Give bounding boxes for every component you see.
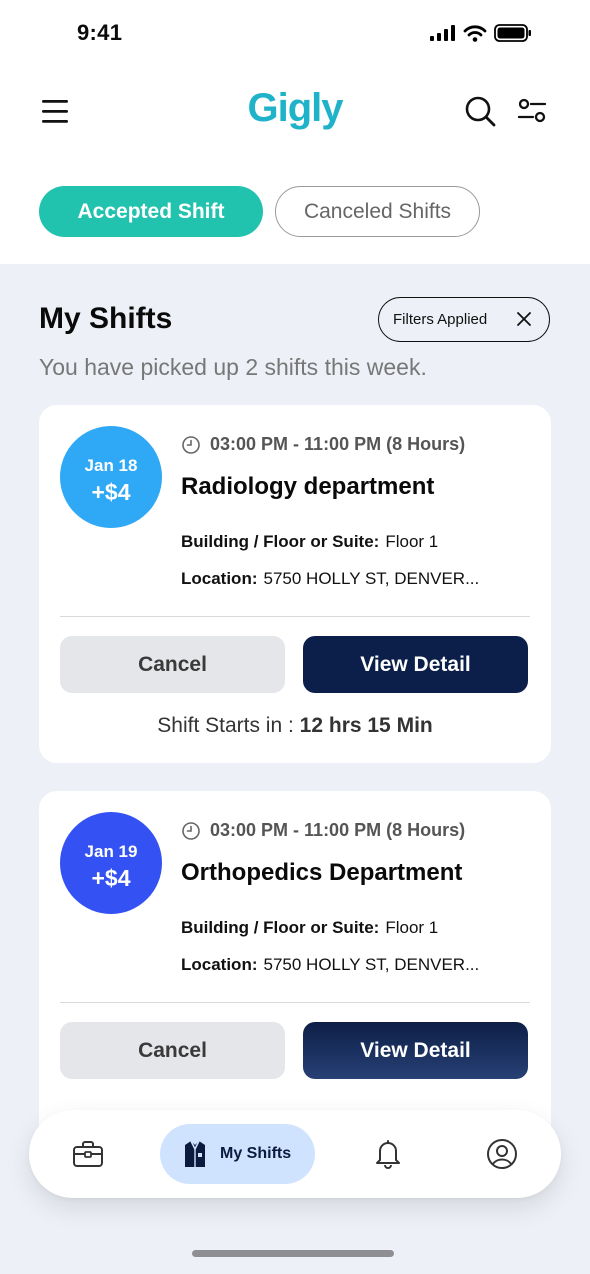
shift-time-row: 03:00 PM - 11:00 PM (8 Hours)	[181, 820, 465, 841]
tab-canceled-shifts[interactable]: Canceled Shifts	[275, 186, 480, 237]
shift-date: Jan 18	[84, 456, 138, 475]
shift-department: Radiology department	[181, 473, 435, 500]
filters-chip-label: Filters Applied	[393, 311, 488, 328]
clock-icon	[182, 821, 200, 840]
briefcase-icon	[73, 1141, 103, 1167]
shift-amount: +$4	[91, 865, 131, 891]
app-header: Gigly	[0, 66, 590, 162]
filter-sliders-icon	[517, 98, 547, 123]
shift-time: 03:00 PM - 11:00 PM (8 Hours)	[210, 820, 466, 840]
section-subtitle: You have picked up 2 shifts this week.	[39, 354, 427, 380]
building-info: Building / Floor or Suite: Floor 1	[181, 532, 438, 552]
section-title: My Shifts	[39, 302, 173, 335]
cellular-signal-icon	[430, 25, 455, 41]
shift-time-row: 03:00 PM - 11:00 PM (8 Hours)	[181, 434, 465, 455]
building-label: Building / Floor or Suite:	[181, 532, 380, 551]
shift-department: Orthopedics Department	[181, 859, 463, 886]
home-indicator	[192, 1250, 394, 1257]
card-divider	[60, 1002, 530, 1003]
shift-card: Jan 18 +$4 03:00 PM - 11:00 PM (8 Hours)…	[39, 405, 551, 763]
nav-item-profile[interactable]	[473, 1110, 531, 1198]
nav-label-my-shifts: My Shifts	[220, 1145, 292, 1162]
close-icon[interactable]	[515, 310, 533, 328]
building-value: Floor 1	[385, 918, 439, 937]
search-button[interactable]	[463, 94, 497, 128]
filter-settings-button[interactable]	[516, 96, 548, 126]
starts-label: Shift Starts in :	[157, 714, 294, 737]
view-detail-button[interactable]: View Detail	[303, 1022, 528, 1079]
card-divider	[60, 616, 530, 617]
view-detail-button[interactable]: View Detail	[303, 636, 528, 693]
shift-card: Jan 19 +$4 03:00 PM - 11:00 PM (8 Hours)…	[39, 791, 551, 1149]
nav-item-jobs[interactable]	[59, 1110, 117, 1198]
location-info: Location: 5750 HOLLY ST, DENVER...	[181, 955, 479, 975]
nav-item-notifications[interactable]	[359, 1110, 417, 1198]
location-info: Location: 5750 HOLLY ST, DENVER...	[181, 569, 479, 589]
date-badge: Jan 18 +$4	[60, 426, 162, 528]
nav-item-my-shifts[interactable]: My Shifts	[160, 1124, 315, 1184]
shirt-icon	[185, 1140, 205, 1167]
shift-starts-in: Shift Starts in : 12 hrs 15 Min	[39, 714, 551, 738]
filters-applied-chip[interactable]: Filters Applied	[378, 297, 550, 342]
search-icon	[465, 96, 496, 127]
bell-icon	[376, 1140, 400, 1169]
shift-time: 03:00 PM - 11:00 PM (8 Hours)	[210, 434, 466, 454]
location-label: Location:	[181, 955, 258, 974]
bottom-nav: My Shifts	[29, 1110, 561, 1198]
cancel-button[interactable]: Cancel	[60, 636, 285, 693]
shift-tabs: Accepted Shift Canceled Shifts	[39, 186, 480, 237]
wifi-icon	[463, 24, 487, 42]
clock-icon	[182, 435, 200, 454]
cancel-button[interactable]: Cancel	[60, 1022, 285, 1079]
date-badge: Jan 19 +$4	[60, 812, 162, 914]
shift-amount: +$4	[91, 479, 131, 505]
building-value: Floor 1	[385, 532, 439, 551]
status-time: 9:41	[77, 20, 123, 45]
battery-icon	[494, 24, 531, 42]
status-icons	[430, 24, 532, 42]
building-info: Building / Floor or Suite: Floor 1	[181, 918, 438, 938]
app-logo: Gigly	[247, 86, 343, 130]
location-value: 5750 HOLLY ST, DENVER...	[263, 569, 480, 588]
building-label: Building / Floor or Suite:	[181, 918, 380, 937]
location-label: Location:	[181, 569, 258, 588]
profile-icon	[487, 1139, 517, 1169]
shift-date: Jan 19	[84, 842, 138, 861]
starts-value: 12 hrs 15 Min	[299, 714, 433, 737]
status-bar: 9:41	[0, 0, 590, 66]
tab-accepted-shift[interactable]: Accepted Shift	[39, 186, 263, 237]
location-value: 5750 HOLLY ST, DENVER...	[263, 955, 480, 974]
